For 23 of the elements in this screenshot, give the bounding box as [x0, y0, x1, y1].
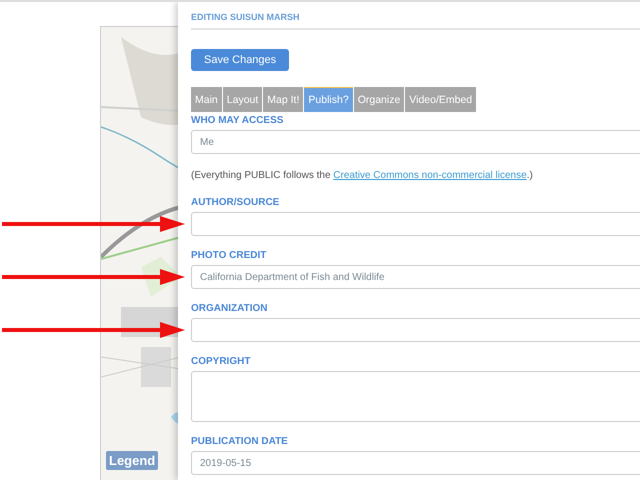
tab[interactable]: Map It! — [263, 87, 304, 112]
tab[interactable]: Main — [191, 87, 222, 112]
input-field[interactable] — [191, 212, 640, 236]
tab[interactable]: Video/Embed — [405, 87, 476, 112]
field-label: ORGANIZATION — [191, 303, 268, 314]
tab[interactable]: Publish? — [304, 87, 353, 112]
license-notice: (Everything PUBLIC follows the Creative Commons non-commercial license.) — [191, 170, 534, 181]
field-label: PUBLICATION DATE — [191, 436, 289, 447]
input-field[interactable] — [191, 318, 640, 342]
field-label: WHO MAY ACCESS — [191, 115, 284, 126]
panel-title: EDITING SUISUN MARSH — [191, 2, 640, 30]
tab[interactable]: Layout — [222, 87, 262, 112]
save-button[interactable]: Save Changes — [191, 49, 290, 71]
field-label: COPYRIGHT — [191, 356, 252, 367]
access-field[interactable]: Me — [191, 130, 640, 154]
legend-button[interactable]: Legend — [106, 451, 158, 470]
tab[interactable]: Organize — [354, 87, 404, 112]
field-label: AUTHOR/SOURCE — [191, 197, 280, 208]
license-link[interactable]: Creative Commons non-commercial license — [333, 170, 527, 181]
input-field[interactable]: California Department of Fish and Wildlife — [191, 265, 640, 289]
text-area[interactable] — [191, 371, 640, 422]
input-field[interactable]: 2019-05-15 — [191, 451, 640, 475]
field-label: PHOTO CREDIT — [191, 250, 268, 261]
